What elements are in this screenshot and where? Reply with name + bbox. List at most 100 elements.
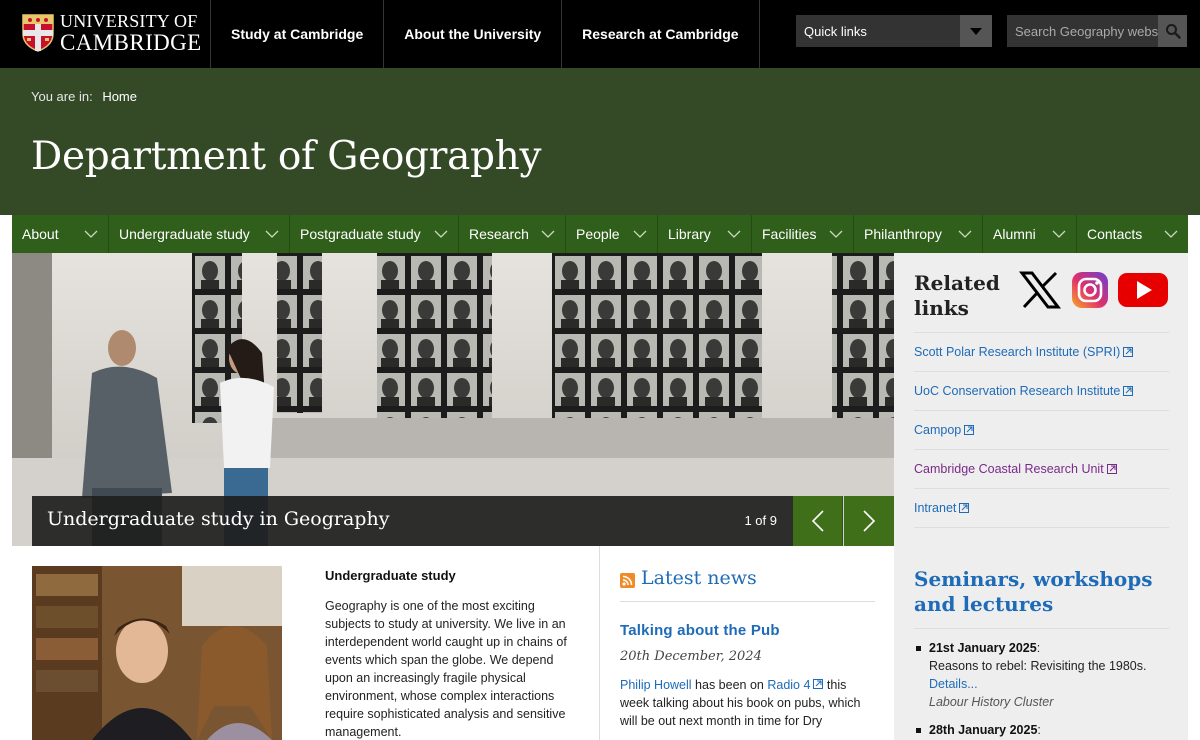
divider (620, 601, 875, 602)
subnav-contacts[interactable]: Contacts (1077, 215, 1188, 253)
hero-carousel: Undergraduate study in Geography 1 of 9 (12, 253, 894, 546)
subnav-library[interactable]: Library (658, 215, 752, 253)
department-navigation: About Undergraduate study Postgraduate s… (12, 215, 1188, 253)
carousel-next-button[interactable] (844, 496, 894, 546)
subnav-postgraduate-study[interactable]: Postgraduate study (290, 215, 459, 253)
quick-links-dropdown[interactable]: Quick links (796, 15, 992, 47)
chevron-down-icon (727, 230, 741, 238)
subnav-alumni[interactable]: Alumni (983, 215, 1077, 253)
list-item: UoC Conservation Research Institute (914, 372, 1169, 411)
subnav-label: People (576, 226, 620, 242)
chevron-down-icon (958, 230, 972, 238)
radio-4-label: Radio 4 (767, 678, 811, 692)
external-link-icon (813, 679, 824, 689)
link-label: UoC Conservation Research Institute (914, 384, 1121, 398)
x-link[interactable] (1018, 271, 1062, 314)
logo-line-2: CAMBRIDGE (60, 30, 202, 55)
subnav-research[interactable]: Research (459, 215, 566, 253)
external-link-icon (1123, 347, 1134, 357)
dropdown-arrow-icon[interactable] (960, 15, 992, 47)
link-label: Campop (914, 423, 962, 437)
news-article-title[interactable]: Talking about the Pub (620, 622, 875, 639)
link-conservation-research-institute[interactable]: UoC Conservation Research Institute (914, 384, 1134, 398)
list-item: 28th January 2025: (914, 721, 1169, 739)
seminar-details-link[interactable]: Details... (929, 677, 978, 691)
article-text: has been on (695, 678, 764, 692)
search-button[interactable] (1158, 15, 1187, 47)
nav-research-at-cambridge[interactable]: Research at Cambridge (561, 0, 760, 68)
undergraduate-photo (32, 566, 282, 740)
undergraduate-heading: Undergraduate study (325, 568, 456, 583)
chevron-down-icon (265, 230, 279, 238)
undergraduate-body: Geography is one of the most exciting su… (325, 599, 567, 739)
carousel-prev-button[interactable] (793, 496, 843, 546)
subnav-people[interactable]: People (566, 215, 658, 253)
external-link-icon (1123, 386, 1134, 396)
chevron-right-icon (863, 510, 876, 532)
page-title: Department of Geography (31, 134, 542, 179)
subnav-philanthropy[interactable]: Philanthropy (854, 215, 983, 253)
subnav-facilities[interactable]: Facilities (752, 215, 854, 253)
search-input[interactable] (1007, 15, 1158, 47)
instagram-link[interactable] (1071, 271, 1109, 314)
list-item: Scott Polar Research Institute (SPRI) (914, 333, 1169, 372)
chevron-down-icon (1052, 230, 1066, 238)
external-link-icon (964, 425, 975, 435)
subnav-label: Philanthropy (864, 226, 942, 242)
seminars-title[interactable]: Seminars, workshops and lectures (914, 567, 1169, 617)
crest-icon (22, 14, 54, 52)
university-logo[interactable]: UNIVERSITY OF CAMBRIDGE (22, 12, 202, 54)
chevron-down-icon (84, 230, 98, 238)
top-bar: UNIVERSITY OF CAMBRIDGE Study at Cambrid… (0, 0, 1200, 68)
link-intranet[interactable]: Intranet (914, 501, 970, 515)
link-label: Scott Polar Research Institute (SPRI) (914, 345, 1121, 359)
chevron-down-icon (1164, 230, 1178, 238)
site-search (1007, 15, 1187, 47)
logo-line-1: UNIVERSITY OF (60, 11, 198, 31)
breadcrumb-home-link[interactable]: Home (102, 89, 137, 104)
nav-study-at-cambridge[interactable]: Study at Cambridge (210, 0, 383, 68)
breadcrumb-prefix: You are in: (31, 89, 93, 104)
nav-about-the-university[interactable]: About the University (383, 0, 561, 68)
latest-news-heading[interactable]: Latest news (641, 567, 757, 589)
author-link[interactable]: Philip Howell (620, 678, 692, 692)
latest-news-section: Latest news Talking about the Pub 20th D… (620, 564, 875, 730)
sidebar: Related links Scott Polar Research Insti… (894, 253, 1188, 740)
related-links-title: Related links (914, 271, 1000, 320)
related-links-list: Scott Polar Research Institute (SPRI) Uo… (914, 332, 1169, 528)
list-item: Campop (914, 411, 1169, 450)
subnav-label: Postgraduate study (300, 226, 421, 242)
divider (914, 628, 1169, 629)
top-navigation: Study at Cambridge About the University … (210, 0, 760, 68)
breadcrumb: You are in: Home (31, 89, 137, 104)
carousel-caption-title[interactable]: Undergraduate study in Geography (47, 508, 389, 530)
students-image (32, 566, 282, 740)
subnav-label: About (22, 226, 59, 242)
external-link-icon (1106, 464, 1117, 474)
list-item: Cambridge Coastal Research Unit (914, 450, 1169, 489)
quick-links-label: Quick links (804, 23, 867, 39)
link-coastal-research-unit[interactable]: Cambridge Coastal Research Unit (914, 462, 1117, 476)
chevron-left-icon (811, 510, 824, 532)
rss-icon[interactable] (620, 572, 635, 588)
carousel-counter: 1 of 9 (744, 513, 777, 528)
link-spri[interactable]: Scott Polar Research Institute (SPRI) (914, 345, 1134, 359)
link-campop[interactable]: Campop (914, 423, 975, 437)
subnav-label: Contacts (1087, 226, 1143, 242)
link-label: Cambridge Coastal Research Unit (914, 462, 1104, 476)
x-icon (1018, 271, 1062, 309)
news-article-body: Philip Howell has been on Radio 4 this w… (620, 676, 875, 730)
chevron-down-icon (633, 230, 647, 238)
seminar-description: Reasons to rebel: Revisiting the 1980s. (929, 659, 1147, 673)
radio-4-link[interactable]: Radio 4 (767, 678, 824, 692)
list-item: 21st January 2025: Reasons to rebel: Rev… (914, 639, 1169, 711)
department-header: You are in: Home Department of Geography (0, 68, 1200, 215)
youtube-link[interactable] (1117, 271, 1169, 314)
instagram-icon (1072, 272, 1108, 308)
subnav-label: Library (668, 226, 711, 242)
subnav-about[interactable]: About (12, 215, 109, 253)
carousel-caption: Undergraduate study in Geography 1 of 9 (32, 496, 793, 546)
chevron-down-icon (829, 230, 843, 238)
subnav-undergraduate-study[interactable]: Undergraduate study (109, 215, 290, 253)
subnav-label: Undergraduate study (119, 226, 250, 242)
